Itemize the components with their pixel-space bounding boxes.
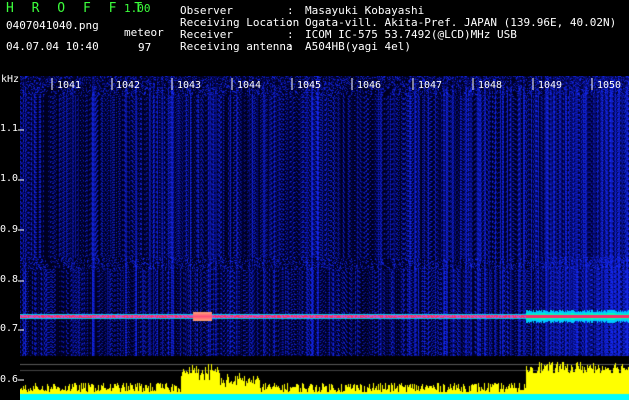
time-tick-label: 1043 — [177, 80, 202, 91]
info-value-receiver: ICOM IC-575 53.7492(@LCD)MHz USB — [305, 28, 517, 41]
meteor-label: meteor — [124, 26, 164, 39]
info-key-observer: Observer — [180, 4, 233, 17]
y-tick-label: 0.8 — [0, 274, 19, 285]
spectrogram-canvas — [20, 76, 629, 400]
meteor-count: 97 — [138, 41, 152, 54]
info-sep: : — [287, 16, 294, 29]
y-tick-label: 0.9 — [0, 224, 19, 235]
info-key-antenna: Receiving antenna — [180, 40, 293, 53]
info-value-antenna: A504HB(yagi 4el) — [305, 40, 411, 53]
y-tick-label: 0.7 — [0, 323, 19, 334]
filename-label: 0407041040.png — [6, 19, 99, 32]
info-key-receiver: Receiver — [180, 28, 233, 41]
time-tick-label: 1048 — [478, 80, 503, 91]
app-version: 1.00 — [124, 2, 151, 15]
y-tick-label: 1.1 — [0, 123, 19, 134]
info-sep: : — [287, 40, 294, 53]
time-tick-label: 1050 — [597, 80, 622, 91]
time-tick-label: 1049 — [538, 80, 563, 91]
time-tick-label: 1047 — [418, 80, 443, 91]
info-sep: : — [287, 28, 294, 41]
y-tick-label: 0.6 — [0, 374, 19, 385]
time-tick-label: 1042 — [116, 80, 141, 91]
info-value-observer: Masayuki Kobayashi — [305, 4, 425, 17]
info-key-location: Receiving Location — [180, 16, 300, 29]
time-tick-label: 1046 — [357, 80, 382, 91]
time-tick-label: 1044 — [237, 80, 262, 91]
y-tick-label: 1.0 — [0, 173, 19, 184]
info-value-location: Ogata-vill. Akita-Pref. JAPAN (139.96E, … — [305, 16, 617, 29]
time-tick-label: 1045 — [297, 80, 322, 91]
y-unit-label: kHz — [1, 74, 20, 85]
timestamp-label: 04.07.04 10:40 — [6, 40, 99, 53]
info-sep: : — [287, 4, 294, 17]
time-tick-label: 1041 — [57, 80, 82, 91]
spectrogram — [20, 76, 629, 400]
